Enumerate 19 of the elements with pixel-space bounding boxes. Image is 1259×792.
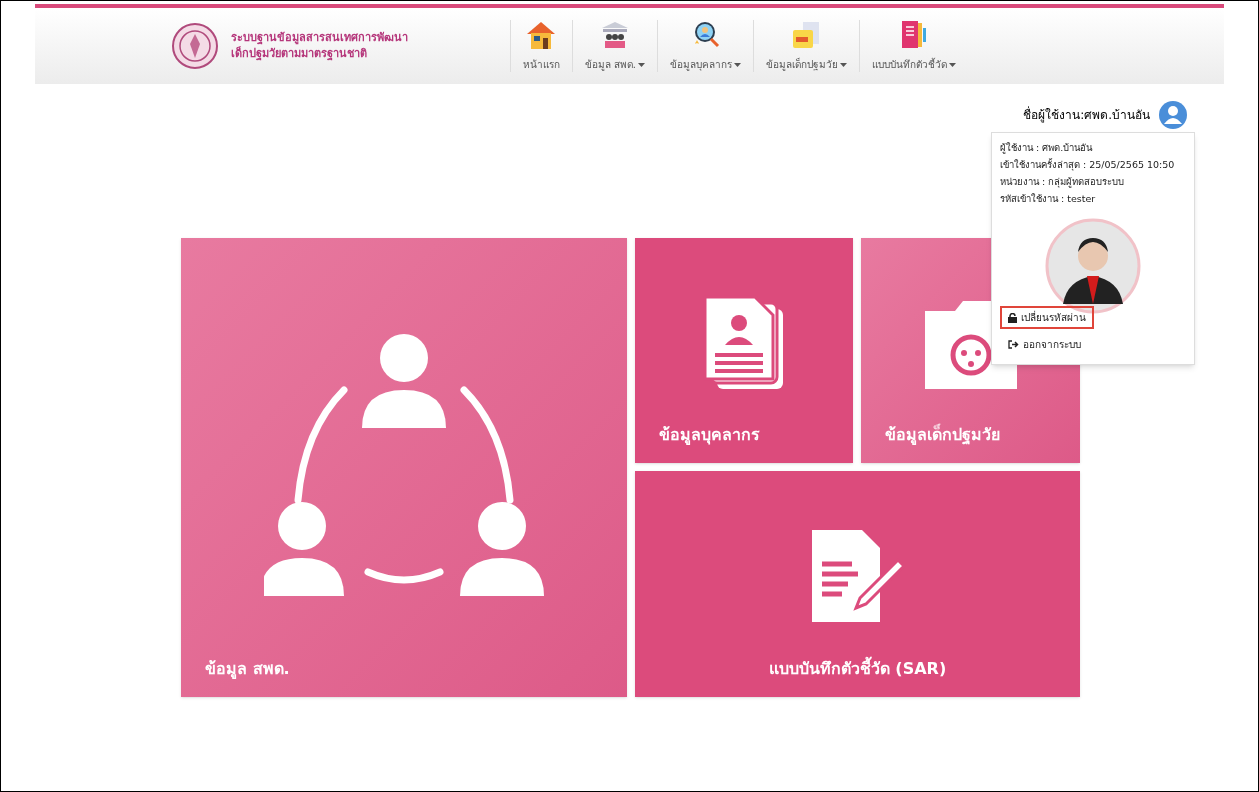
user-info-text: เข้าใช้งานครั้งล่าสุด : 25/05/2565 10:50 bbox=[1000, 158, 1176, 172]
site-title: ระบบฐานข้อมูลสารสนเทศการพัฒนา bbox=[231, 30, 408, 46]
site-title: เด็กปฐมวัยตามมาตรฐานชาติ bbox=[231, 46, 368, 62]
nav-item[interactable]: ข้อมูลบุคลากร bbox=[657, 20, 753, 72]
user-info-text: หน่วยงาน : กลุ่มผู้ทดสอบระบบ bbox=[1000, 175, 1126, 189]
menu-tile[interactable]: ข้อมูลบุคลากร bbox=[635, 238, 853, 463]
emblem-icon bbox=[171, 22, 219, 70]
nav-item[interactable]: ข้อมูลเด็กปฐมวัย bbox=[753, 20, 859, 72]
user-info-text: ผู้ใช้งาน : ศพด.บ้านอัน bbox=[1000, 141, 1094, 155]
nav-item[interactable]: ข้อมูล สพด. bbox=[571, 20, 657, 72]
nav-item[interactable]: หน้าแรก bbox=[509, 20, 572, 72]
menu-tile[interactable]: แบบบันทึกตัวชี้วัด (SAR) bbox=[635, 471, 1080, 697]
lock-icon bbox=[1008, 312, 1017, 323]
user-info-text: รหัสเข้าใช้งาน : tester bbox=[1000, 192, 1097, 206]
logout-icon bbox=[1008, 340, 1019, 349]
nav-item[interactable]: แบบบันทึกตัวชี้วัด bbox=[859, 20, 968, 72]
username-label: ชื่อผู้ใช้งาน:ศพด.บ้านอัน bbox=[1023, 106, 1150, 124]
user-icon[interactable] bbox=[1158, 100, 1188, 130]
change-password-link[interactable]: เปลี่ยนรหัสผ่าน bbox=[1000, 306, 1094, 329]
